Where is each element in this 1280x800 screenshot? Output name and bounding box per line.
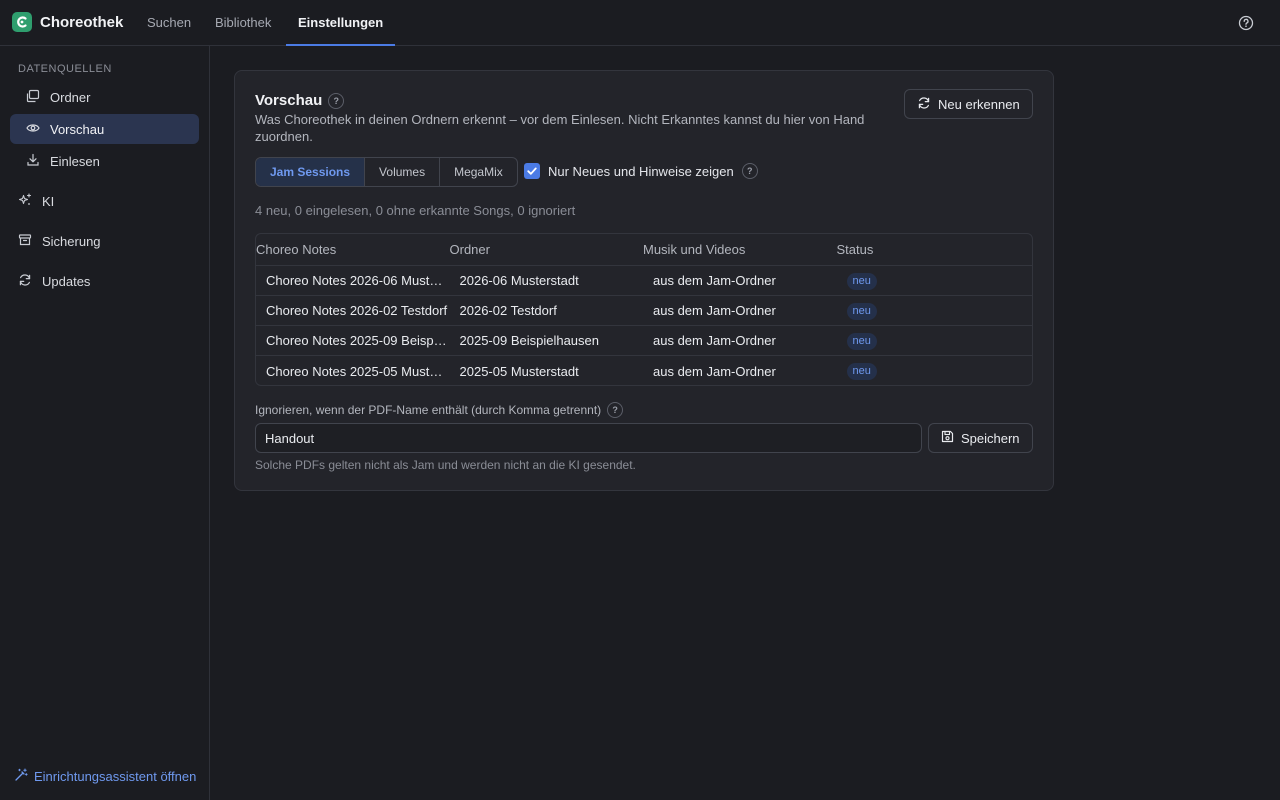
column-header-choreo-notes[interactable]: Choreo Notes <box>256 242 450 257</box>
refresh-icon <box>18 273 32 290</box>
ignore-label-text: Ignorieren, wenn der PDF-Name enthält (d… <box>255 403 602 417</box>
sidebar-item-label: Ordner <box>50 89 91 105</box>
rescan-label: Neu erkennen <box>938 96 1020 112</box>
cell-choreo-notes: Choreo Notes 2025-09 Beispielhausen <box>266 333 450 348</box>
refresh-icon <box>917 96 931 113</box>
preview-description: Was Choreothek in deinen Ordnern erkennt… <box>255 112 865 144</box>
sidebar-item-label: Einlesen <box>50 153 100 169</box>
table-row[interactable]: Choreo Notes 2026-02 Testdorf 2026-02 Te… <box>256 296 1032 326</box>
status-badge: neu <box>846 272 877 290</box>
section-label-datenquellen: DATENQUELLEN <box>18 63 112 75</box>
sidebar-item-vorschau[interactable]: Vorschau <box>10 114 199 144</box>
table-row[interactable]: Choreo Notes 2025-09 Beispielhausen 2025… <box>256 326 1032 356</box>
brand[interactable]: Choreothek <box>12 12 123 32</box>
question-mark-icon[interactable]: ? <box>328 92 345 109</box>
preview-card: Vorschau ? Was Choreothek in deinen Ordn… <box>234 70 1054 491</box>
magic-wand-icon <box>14 768 28 785</box>
help-icon[interactable] <box>1238 15 1254 31</box>
table-row[interactable]: Choreo Notes 2026-06 Musterstadt 2026-06… <box>256 266 1032 296</box>
column-header-musik-videos[interactable]: Musik und Videos <box>643 242 837 257</box>
tab-bibliothek[interactable]: Bibliothek <box>203 0 283 46</box>
archive-icon <box>18 233 32 250</box>
preview-table: Choreo Notes Ordner Musik und Videos Sta… <box>255 233 1033 386</box>
tab-suchen[interactable]: Suchen <box>135 0 203 46</box>
status-badge: neu <box>846 332 877 350</box>
filter-checkbox[interactable] <box>524 163 540 179</box>
filter-new-only[interactable]: Nur Neues und Hinweise zeigen ? <box>524 163 758 179</box>
sparkles-icon <box>18 192 32 210</box>
cell-choreo-notes: Choreo Notes 2025-05 Musterstadt <box>266 363 450 379</box>
table-row[interactable]: Choreo Notes 2025-05 Musterstadt 2025-05… <box>256 356 1033 385</box>
cell-status: neu <box>837 302 1033 320</box>
cell-ordner: 2025-05 Musterstadt <box>459 363 579 379</box>
sidebar-item-einlesen[interactable]: Einlesen <box>10 146 199 176</box>
sidebar-item-label: KI <box>42 193 55 209</box>
cell-musik-videos: aus dem Jam-Ordner <box>653 363 776 379</box>
download-icon <box>26 153 40 170</box>
cell-ordner: 2026-06 Musterstadt <box>459 273 579 288</box>
ignore-hint: Solche PDFs gelten nicht als Jam und wer… <box>255 458 636 472</box>
segment-jam-sessions[interactable]: Jam Sessions <box>256 158 366 186</box>
question-mark-icon[interactable]: ? <box>607 402 624 418</box>
sidebar-item-ordner[interactable]: Ordner <box>10 82 199 112</box>
sidebar-item-label: Updates <box>42 273 91 289</box>
setup-wizard-link[interactable]: Einrichtungsassistent öffnen <box>14 768 196 785</box>
status-badge: neu <box>846 363 877 380</box>
cell-ordner: 2026-02 Testdorf <box>459 303 557 318</box>
ignore-field-label: Ignorieren, wenn der PDF-Name enthält (d… <box>255 402 624 418</box>
question-mark-icon[interactable]: ? <box>741 163 758 179</box>
column-header-ordner[interactable]: Ordner <box>450 242 644 257</box>
cell-choreo-notes: Choreo Notes 2026-02 Testdorf <box>266 303 448 318</box>
choreothek-logo-icon <box>12 12 32 32</box>
ignore-pattern-input[interactable] <box>255 423 922 453</box>
cell-musik-videos: aus dem Jam-Ordner <box>653 273 776 288</box>
table-header: Choreo Notes Ordner Musik und Videos Sta… <box>256 234 1032 266</box>
cell-musik-videos: aus dem Jam-Ordner <box>653 333 776 348</box>
cell-status: neu <box>837 272 1033 290</box>
segment-volumes[interactable]: Volumes <box>365 158 441 186</box>
sidebar-item-sicherung[interactable]: Sicherung <box>10 226 199 256</box>
cell-musik-videos: aus dem Jam-Ordner <box>653 303 776 318</box>
save-icon <box>941 430 954 446</box>
sidebar-item-label: Vorschau <box>50 121 105 137</box>
preview-title: Vorschau <box>255 92 323 109</box>
page-title: Vorschau ? <box>255 92 345 109</box>
cell-status: neu <box>837 362 1033 380</box>
column-header-status[interactable]: Status <box>837 242 1033 257</box>
rescan-button[interactable]: Neu erkennen <box>904 89 1033 119</box>
sidebar: DATENQUELLEN Ordner Vorschau Einlesen KI… <box>0 46 210 800</box>
sidebar-item-ki[interactable]: KI <box>10 186 199 216</box>
save-button[interactable]: Speichern <box>928 423 1033 453</box>
setup-wizard-label: Einrichtungsassistent öffnen <box>34 769 197 784</box>
cell-choreo-notes: Choreo Notes 2026-06 Musterstadt <box>266 273 450 288</box>
filter-label: Nur Neues und Hinweise zeigen <box>548 163 734 179</box>
app-name: Choreothek <box>40 13 124 31</box>
status-badge: neu <box>846 302 877 320</box>
save-label: Speichern <box>961 430 1020 446</box>
top-bar: Choreothek Suchen Bibliothek Einstellung… <box>0 0 1280 46</box>
eye-icon <box>26 121 40 138</box>
sidebar-item-updates[interactable]: Updates <box>10 266 199 296</box>
scan-summary: 4 neu, 0 eingelesen, 0 ohne erkannte Son… <box>255 203 576 218</box>
folders-icon <box>26 89 40 106</box>
segment-megamix[interactable]: MegaMix <box>440 158 517 186</box>
source-type-segmented-control: Jam Sessions Volumes MegaMix <box>255 157 518 187</box>
cell-ordner: 2025-09 Beispielhausen <box>459 333 600 348</box>
sidebar-item-label: Sicherung <box>42 233 101 249</box>
cell-status: neu <box>837 332 1033 350</box>
tab-einstellungen[interactable]: Einstellungen <box>286 0 396 46</box>
